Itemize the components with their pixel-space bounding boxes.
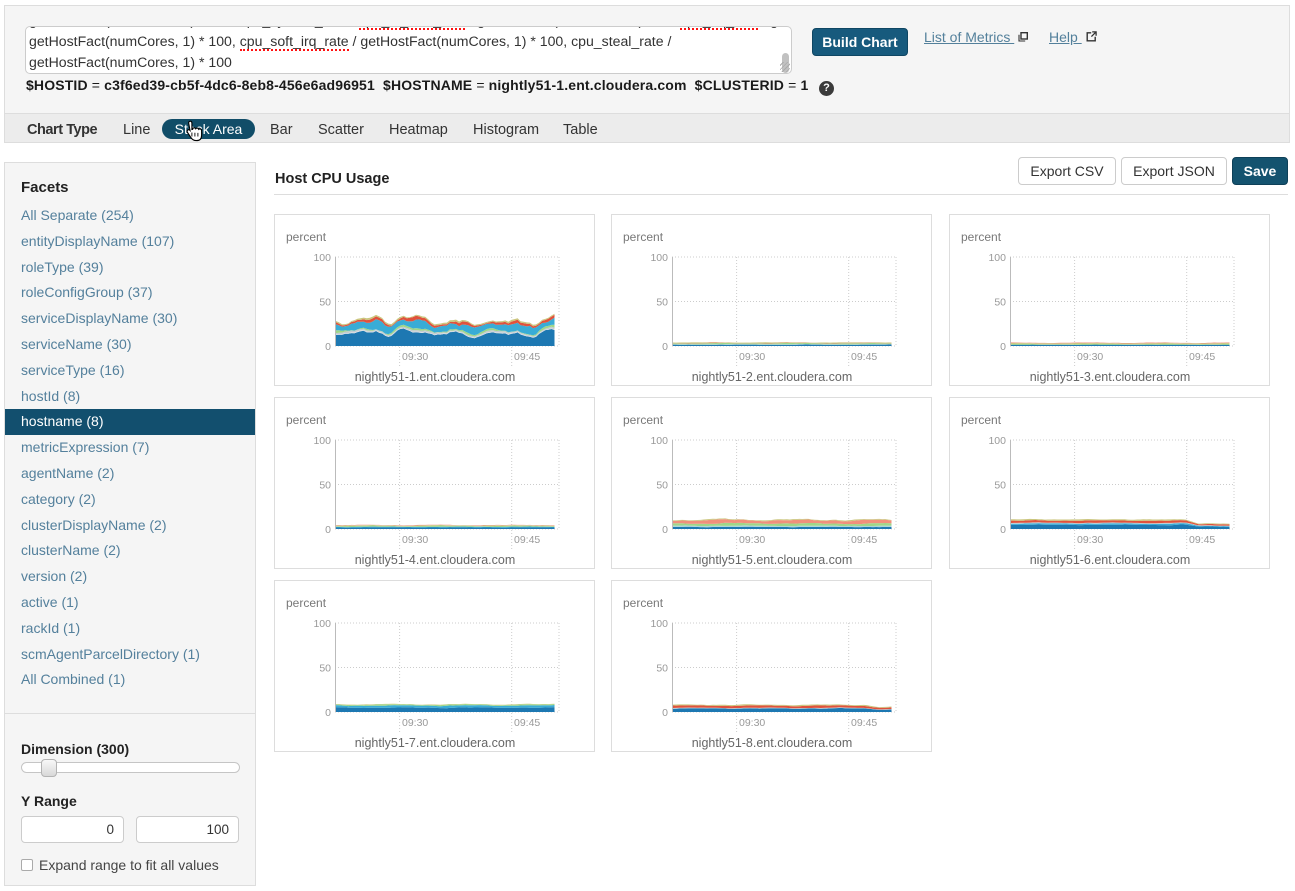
svg-text:percent: percent xyxy=(961,413,1002,427)
svg-text:50: 50 xyxy=(319,297,331,309)
svg-text:percent: percent xyxy=(286,413,327,427)
svg-text:percent: percent xyxy=(286,596,327,610)
svg-text:09:30: 09:30 xyxy=(739,351,765,363)
svg-text:50: 50 xyxy=(994,480,1006,492)
svg-text:09:45: 09:45 xyxy=(1189,351,1215,363)
svg-text:09:30: 09:30 xyxy=(402,351,428,363)
svg-text:50: 50 xyxy=(994,297,1006,309)
svg-text:percent: percent xyxy=(961,230,1002,244)
svg-text:percent: percent xyxy=(623,230,664,244)
svg-text:nightly51-8.ent.cloudera.com: nightly51-8.ent.cloudera.com xyxy=(692,736,853,750)
svg-text:09:45: 09:45 xyxy=(851,351,877,363)
svg-text:0: 0 xyxy=(1000,524,1006,536)
svg-text:50: 50 xyxy=(656,297,668,309)
svg-text:100: 100 xyxy=(988,435,1006,447)
svg-text:50: 50 xyxy=(656,480,668,492)
svg-text:09:45: 09:45 xyxy=(514,351,540,363)
svg-text:50: 50 xyxy=(656,663,668,675)
svg-text:0: 0 xyxy=(325,341,331,353)
svg-text:09:45: 09:45 xyxy=(851,717,877,729)
svg-text:09:30: 09:30 xyxy=(1077,351,1103,363)
svg-text:50: 50 xyxy=(319,663,331,675)
svg-text:09:45: 09:45 xyxy=(1189,534,1215,546)
svg-text:percent: percent xyxy=(623,413,664,427)
svg-text:09:45: 09:45 xyxy=(514,534,540,546)
svg-text:09:30: 09:30 xyxy=(739,534,765,546)
svg-text:nightly51-7.ent.cloudera.com: nightly51-7.ent.cloudera.com xyxy=(355,736,516,750)
svg-text:0: 0 xyxy=(662,341,668,353)
svg-text:100: 100 xyxy=(313,435,331,447)
svg-text:100: 100 xyxy=(313,252,331,264)
svg-text:0: 0 xyxy=(325,707,331,719)
svg-text:0: 0 xyxy=(662,524,668,536)
svg-text:100: 100 xyxy=(650,618,668,630)
svg-text:0: 0 xyxy=(662,707,668,719)
svg-text:09:30: 09:30 xyxy=(1077,534,1103,546)
svg-text:nightly51-1.ent.cloudera.com: nightly51-1.ent.cloudera.com xyxy=(355,370,516,384)
svg-text:09:30: 09:30 xyxy=(402,717,428,729)
svg-text:09:30: 09:30 xyxy=(739,717,765,729)
svg-text:50: 50 xyxy=(319,480,331,492)
svg-text:100: 100 xyxy=(650,435,668,447)
svg-text:nightly51-5.ent.cloudera.com: nightly51-5.ent.cloudera.com xyxy=(692,553,853,567)
svg-text:100: 100 xyxy=(988,252,1006,264)
svg-text:percent: percent xyxy=(623,596,664,610)
svg-text:0: 0 xyxy=(325,524,331,536)
svg-text:0: 0 xyxy=(1000,341,1006,353)
svg-text:nightly51-3.ent.cloudera.com: nightly51-3.ent.cloudera.com xyxy=(1030,370,1191,384)
svg-text:09:45: 09:45 xyxy=(851,534,877,546)
svg-text:09:45: 09:45 xyxy=(514,717,540,729)
svg-text:nightly51-4.ent.cloudera.com: nightly51-4.ent.cloudera.com xyxy=(355,553,516,567)
svg-text:09:30: 09:30 xyxy=(402,534,428,546)
svg-text:percent: percent xyxy=(286,230,327,244)
svg-text:100: 100 xyxy=(650,252,668,264)
svg-text:100: 100 xyxy=(313,618,331,630)
svg-text:nightly51-6.ent.cloudera.com: nightly51-6.ent.cloudera.com xyxy=(1030,553,1191,567)
svg-text:nightly51-2.ent.cloudera.com: nightly51-2.ent.cloudera.com xyxy=(692,370,853,384)
